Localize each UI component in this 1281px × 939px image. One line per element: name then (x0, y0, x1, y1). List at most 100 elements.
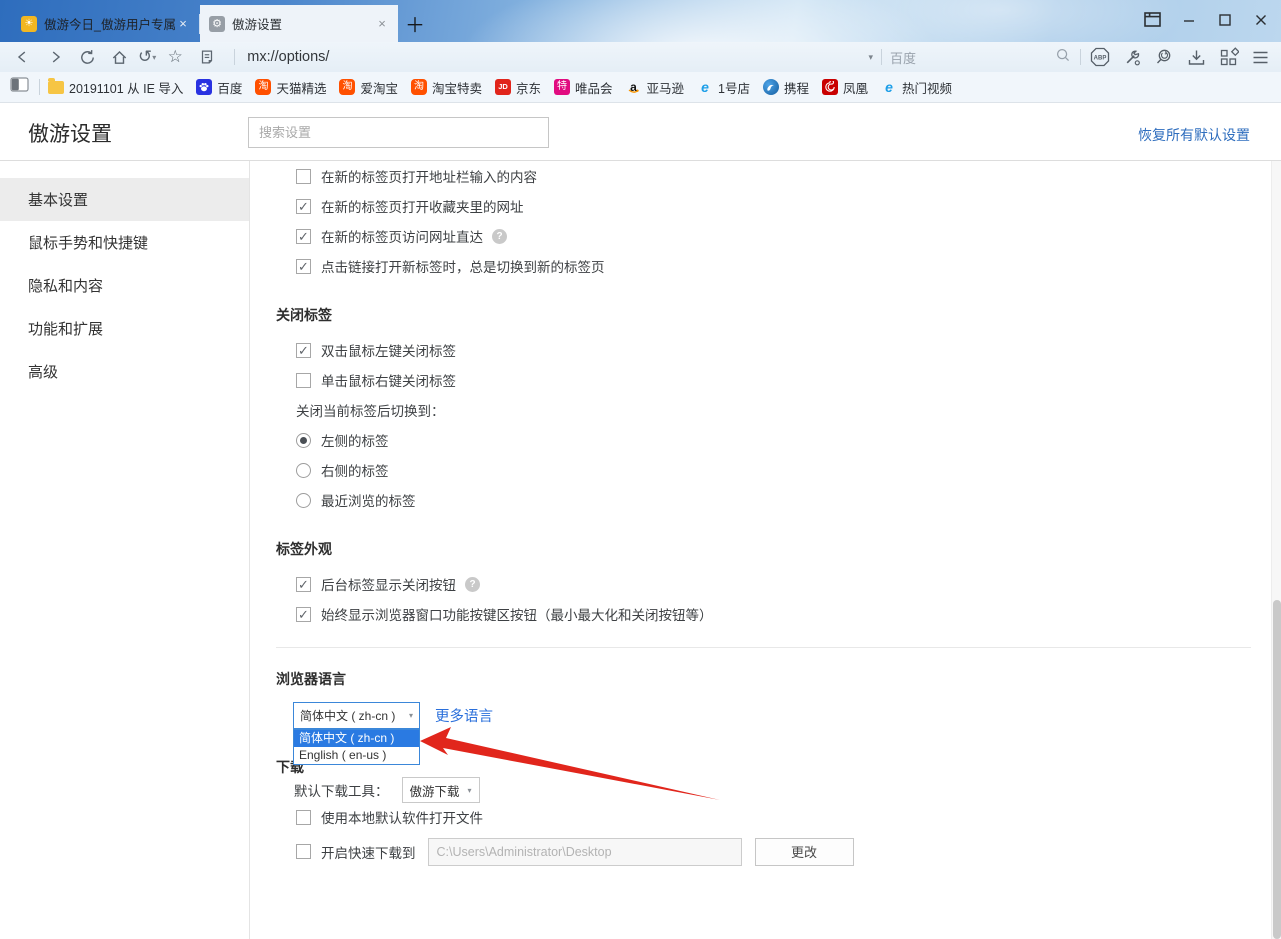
language-option-en-us[interactable]: English ( en-us ) (294, 747, 419, 764)
option-label: 使用本地默认软件打开文件 (321, 807, 483, 827)
bookmark-yhd[interactable]: e 1号店 (697, 78, 750, 97)
checkbox[interactable] (296, 810, 311, 825)
skin-wrench-icon[interactable] (1121, 46, 1143, 68)
checkbox[interactable]: ✓ (296, 343, 311, 358)
language-option-zh-cn[interactable]: 简体中文 ( zh-cn ) (294, 730, 419, 747)
forward-icon[interactable] (42, 45, 68, 69)
checkbox[interactable] (296, 169, 311, 184)
radio-row: 最近浏览的标签 (296, 485, 1271, 515)
search-icon[interactable] (1054, 46, 1072, 69)
settings-gear-icon: ⚙ (209, 16, 225, 32)
radio-label: 左侧的标签 (321, 430, 389, 450)
bookmark-taobao-sale[interactable]: 淘 淘宝特卖 (411, 78, 482, 97)
reading-mode-icon[interactable] (194, 45, 220, 69)
address-dropdown-icon[interactable]: ▾ (868, 52, 873, 63)
layout-panel-icon[interactable] (1142, 9, 1163, 30)
checkbox[interactable] (296, 373, 311, 388)
bookmark-folder[interactable]: 20191101 从 IE 导入 (48, 78, 183, 97)
sidebar-toggle-icon[interactable] (10, 77, 29, 97)
change-path-button[interactable]: 更改 (755, 838, 854, 866)
tab-settings[interactable]: ⚙ 傲游设置 × (200, 5, 398, 42)
option-label: 点击链接打开新标签时，总是切换到新的标签页 (321, 256, 605, 276)
sidebar-item-privacy[interactable]: 隐私和内容 (0, 264, 249, 307)
undo-icon[interactable]: ↺▾ (138, 47, 156, 67)
help-icon[interactable]: ? (465, 577, 480, 592)
tab-maxthon-today[interactable]: ☀ 傲游今日_傲游用户专属的 × (12, 5, 199, 42)
bookmark-aitaobao[interactable]: 淘 爱淘宝 (339, 78, 398, 97)
settings-content: 在新的标签页打开地址栏输入的内容 ✓ 在新的标签页打开收藏夹里的网址 ✓ 在新的… (251, 161, 1271, 939)
bookmark-ctrip[interactable]: 携程 (763, 78, 809, 97)
language-select[interactable]: 简体中文 ( zh-cn ) ▾ 简体中文 ( zh-cn ) English … (293, 702, 420, 729)
tab-close-icon[interactable]: × (176, 16, 190, 31)
minimize-icon[interactable] (1178, 9, 1199, 30)
amazon-icon: a (626, 79, 642, 95)
checkbox[interactable]: ✓ (296, 229, 311, 244)
option-row: 使用本地默认软件打开文件 (296, 803, 1271, 831)
bookmark-hot-video[interactable]: e 热门视频 (881, 78, 952, 97)
apps-grid-icon[interactable] (1217, 46, 1239, 68)
bookmark-baidu[interactable]: 百度 (196, 78, 242, 97)
bookmark-jd[interactable]: JD 京东 (495, 78, 541, 97)
close-window-icon[interactable] (1250, 9, 1271, 30)
resource-sniffer-icon[interactable] (1153, 46, 1175, 68)
quick-search-box[interactable]: 百度 (890, 46, 1072, 69)
scrollbar-thumb[interactable] (1273, 600, 1281, 939)
checkbox[interactable]: ✓ (296, 199, 311, 214)
bookmark-tmall[interactable]: 淘 天猫精选 (255, 78, 326, 97)
maximize-icon[interactable] (1214, 9, 1235, 30)
radio-row: 左侧的标签 (296, 425, 1271, 455)
chevron-down-icon[interactable]: ▾ (152, 53, 156, 62)
option-label: 始终显示浏览器窗口功能按键区按钮（最小最大化和关闭按钮等） (321, 604, 713, 624)
window-controls (1142, 9, 1271, 30)
option-label: 后台标签显示关闭按钮 (321, 574, 456, 594)
option-label: 双击鼠标左键关闭标签 (321, 340, 456, 360)
sidebar-item-basic[interactable]: 基本设置 (0, 178, 249, 221)
download-tool-row: 默认下载工具： 傲游下载 ▾ (294, 777, 1271, 803)
checkbox[interactable]: ✓ (296, 577, 311, 592)
switch-to-label: 关闭当前标签后切换到： (296, 395, 1271, 425)
more-languages-link[interactable]: 更多语言 (435, 705, 493, 726)
taobao-icon: 淘 (255, 79, 271, 95)
radio-button[interactable] (296, 493, 311, 508)
baidu-paw-icon (196, 79, 212, 95)
tab-title: 傲游设置 (232, 14, 375, 33)
refresh-icon[interactable] (74, 45, 100, 69)
download-manager-icon[interactable] (1185, 46, 1207, 68)
settings-search-input[interactable] (248, 117, 549, 148)
tab-strip: ☀ 傲游今日_傲游用户专属的 × ⚙ 傲游设置 × ＋ (12, 5, 432, 42)
sidebar-item-features[interactable]: 功能和扩展 (0, 307, 249, 350)
new-tab-button[interactable]: ＋ (398, 5, 432, 42)
radio-button[interactable] (296, 433, 311, 448)
bookmark-vip[interactable]: 特 唯品会 (554, 78, 613, 97)
help-icon[interactable]: ? (492, 229, 507, 244)
radio-button[interactable] (296, 463, 311, 478)
quick-download-row: 开启快速下载到 更改 (296, 837, 1271, 866)
sidebar-item-advanced[interactable]: 高级 (0, 350, 249, 393)
checkbox[interactable]: ✓ (296, 259, 311, 274)
vip-icon: 特 (554, 79, 570, 95)
tab-title: 傲游今日_傲游用户专属的 (44, 14, 176, 33)
tab-close-icon[interactable]: × (375, 16, 389, 31)
adblock-icon[interactable]: ABP (1089, 46, 1111, 68)
radio-row: 右侧的标签 (296, 455, 1271, 485)
bookmark-amazon[interactable]: a 亚马逊 (626, 78, 685, 97)
option-row: 在新的标签页打开地址栏输入的内容 (296, 161, 1271, 191)
svg-text:ABP: ABP (1094, 56, 1107, 62)
option-label: 开启快速下载到 (321, 842, 416, 862)
bookmark-ifeng[interactable]: 凤凰 (822, 78, 868, 97)
vertical-scrollbar[interactable] (1271, 161, 1281, 939)
download-path-input[interactable] (428, 838, 742, 866)
checkbox[interactable] (296, 844, 311, 859)
checkbox[interactable]: ✓ (296, 607, 311, 622)
home-icon[interactable] (106, 45, 132, 69)
sidebar-item-gestures[interactable]: 鼠标手势和快捷键 (0, 221, 249, 264)
download-tool-select[interactable]: 傲游下载 ▾ (402, 777, 480, 803)
main-menu-icon[interactable] (1249, 46, 1271, 68)
address-url[interactable]: mx://options/ (247, 49, 329, 65)
option-row: 单击鼠标右键关闭标签 (296, 365, 1271, 395)
restore-defaults-link[interactable]: 恢复所有默认设置 (1138, 125, 1250, 145)
separator (1080, 49, 1081, 65)
favorite-star-icon[interactable]: ☆ (162, 45, 188, 69)
back-icon[interactable] (10, 45, 36, 69)
folder-icon (48, 81, 64, 94)
